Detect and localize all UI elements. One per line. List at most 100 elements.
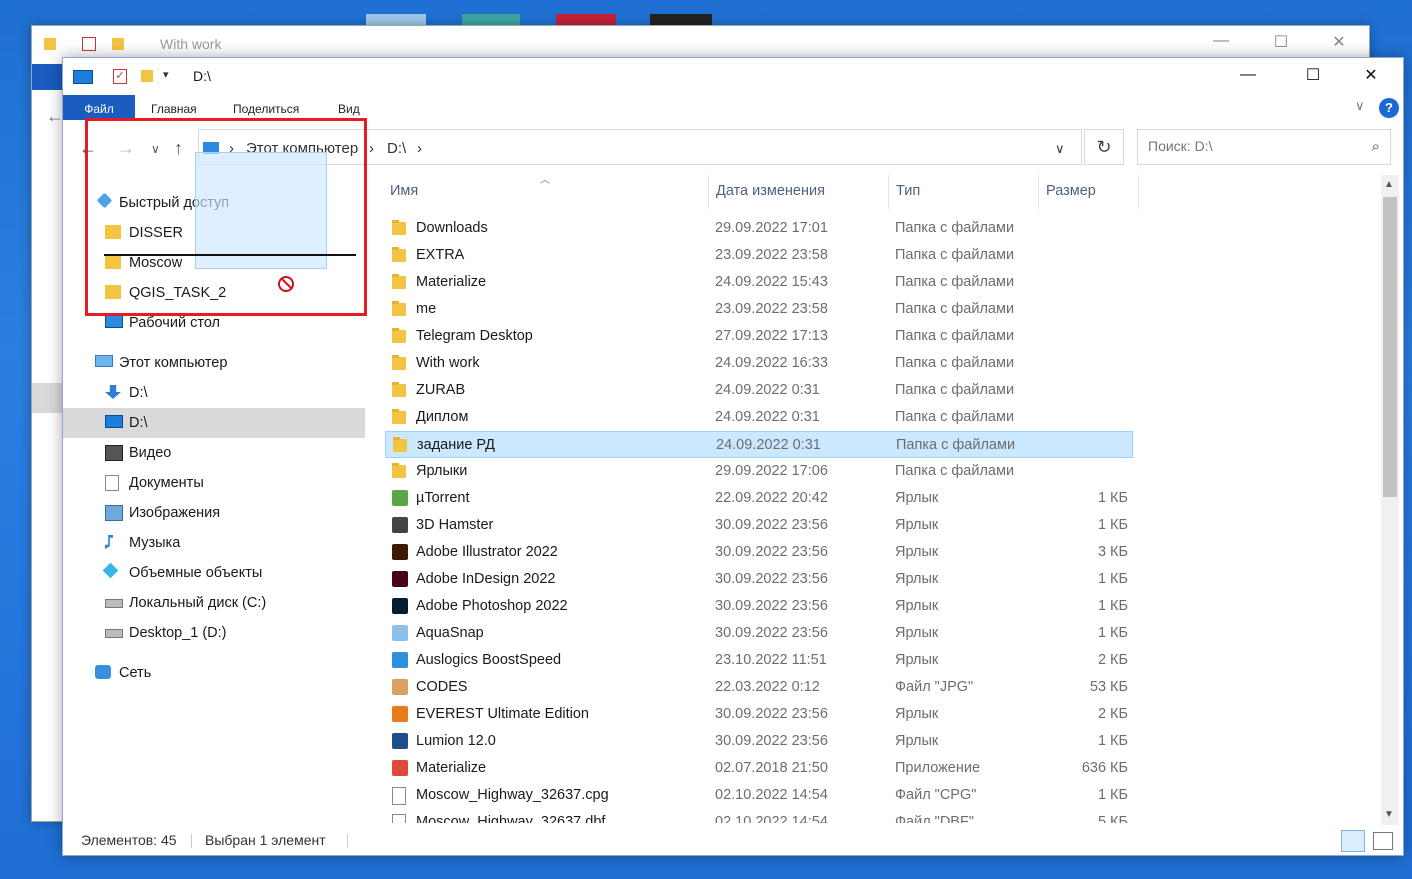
file-name: Adobe InDesign 2022 — [416, 571, 556, 587]
sidebar-selected-stripe — [32, 383, 64, 413]
column-header-name[interactable]: Имя — [390, 183, 418, 199]
sidebar-item[interactable]: D:\ — [63, 408, 365, 438]
file-row[interactable]: Materialize 24.09.2022 15:43 Папка с файла… — [385, 269, 1133, 296]
large-icons-view-icon[interactable] — [1373, 832, 1393, 850]
chevron-down-icon[interactable]: ▾ — [163, 68, 169, 81]
file-list[interactable]: ︿ Имя Дата изменения Тип Размер Download… — [385, 173, 1375, 823]
video-icon — [105, 445, 123, 461]
status-bar: Элементов: 45 Выбран 1 элемент — [63, 828, 1403, 854]
refresh-button[interactable]: ↻ — [1084, 129, 1124, 165]
file-date: 24.09.2022 16:33 — [715, 355, 828, 371]
file-date: 24.09.2022 15:43 — [715, 274, 828, 290]
file-date: 29.09.2022 17:01 — [715, 220, 828, 236]
folder-icon — [392, 463, 406, 478]
file-row[interactable]: EXTRA 23.09.2022 23:58 Папка с файлами — [385, 242, 1133, 269]
file-row[interactable]: With work 24.09.2022 16:33 Папка с файлами — [385, 350, 1133, 377]
file-row[interactable]: Диплом 24.09.2022 0:31 Папка с файлами — [385, 404, 1133, 431]
file-row[interactable]: 3D Hamster 30.09.2022 23:56 Ярлык 1 КБ — [385, 512, 1133, 539]
file-row[interactable]: Telegram Desktop 27.09.2022 17:13 Папка с … — [385, 323, 1133, 350]
title-bar[interactable]: ✓ ▾ D:\ — ☐ ✕ — [63, 58, 1403, 94]
ribbon-tab-home[interactable]: Главная — [151, 102, 197, 116]
file-row[interactable]: µTorrent 22.09.2022 20:42 Ярлык 1 КБ — [385, 485, 1133, 512]
sidebar-item[interactable]: D:\ — [63, 378, 365, 408]
sidebar-item-label: D:\ — [129, 415, 148, 431]
file-name: me — [416, 301, 437, 317]
file-size: 2 КБ — [1097, 652, 1128, 668]
file-name: Telegram Desktop — [416, 328, 533, 344]
sidebar-item[interactable]: Объемные объекты — [63, 558, 365, 588]
file-row[interactable]: Adobe Photoshop 2022 30.09.2022 23:56 Ярлы… — [385, 593, 1133, 620]
file-row[interactable]: me 23.09.2022 23:58 Папка с файлами — [385, 296, 1133, 323]
help-icon[interactable]: ? — [1379, 98, 1399, 118]
search-box[interactable]: ⌕ — [1137, 129, 1391, 165]
sidebar-item-label: D:\ — [129, 385, 148, 401]
file-date: 30.09.2022 23:56 — [715, 706, 828, 722]
file-type: Папка с файлами — [896, 437, 1016, 453]
minimize-button[interactable]: — — [1225, 66, 1271, 84]
column-divider — [1138, 175, 1139, 209]
file-row[interactable]: Moscow_Highway_32637.cpg 02.10.2022 14:54… — [385, 782, 1133, 809]
file-size: 636 КБ — [1081, 760, 1128, 776]
file-type: Папка с файлами — [895, 274, 1015, 290]
scroll-up-icon[interactable]: ▲ — [1384, 179, 1394, 190]
column-header-size[interactable]: Размер — [1046, 183, 1096, 199]
details-view-icon[interactable] — [1341, 830, 1365, 852]
column-header-date[interactable]: Дата изменения — [716, 183, 825, 199]
file-row[interactable]: Ярлыки 29.09.2022 17:06 Папка с файлами — [385, 458, 1133, 485]
file-row[interactable]: Adobe Illustrator 2022 30.09.2022 23:56 Яр… — [385, 539, 1133, 566]
file-row[interactable]: Adobe InDesign 2022 30.09.2022 23:56 Ярлык… — [385, 566, 1133, 593]
sidebar-item[interactable]: Музыка — [63, 528, 365, 558]
vertical-scrollbar[interactable]: ▲ ▼ — [1381, 175, 1399, 825]
shortcut-icon — [392, 490, 408, 506]
chevron-down-icon[interactable]: ∨ — [1355, 98, 1365, 114]
file-row[interactable]: EVEREST Ultimate Edition 30.09.2022 23:56… — [385, 701, 1133, 728]
sidebar-item[interactable]: Desktop_1 (D:) — [63, 618, 365, 648]
ribbon-tab-file[interactable] — [32, 64, 64, 90]
scrollbar-thumb[interactable] — [1383, 197, 1397, 497]
file-row[interactable]: Moscow_Highway_32637.dbf 02.10.2022 14:54… — [385, 809, 1133, 823]
file-type: Ярлык — [895, 652, 939, 668]
folder-icon — [392, 382, 406, 397]
sidebar-item[interactable]: Видео — [63, 438, 365, 468]
file-row[interactable]: Materialize 02.07.2018 21:50 Приложение 636… — [385, 755, 1133, 782]
breadcrumb-drive[interactable]: D:\ — [387, 140, 406, 157]
search-input[interactable] — [1146, 137, 1350, 155]
column-header-type[interactable]: Тип — [896, 183, 920, 199]
maximize-button[interactable]: ☐ — [1258, 32, 1304, 52]
file-row[interactable]: Downloads 29.09.2022 17:01 Папка с файлами — [385, 215, 1133, 242]
sidebar-item[interactable]: Документы — [63, 468, 365, 498]
chevron-down-icon[interactable]: ∨ — [1055, 141, 1065, 157]
scroll-down-icon[interactable]: ▼ — [1384, 809, 1394, 820]
ribbon-tab-file[interactable]: Файл — [63, 95, 135, 120]
file-type: Папка с файлами — [895, 328, 1015, 344]
file-row[interactable]: CODES 22.03.2022 0:12 Файл "JPG" 53 КБ — [385, 674, 1133, 701]
file-type: Ярлык — [895, 625, 939, 641]
ribbon-tab-view[interactable]: Вид — [338, 102, 360, 116]
sidebar-item[interactable]: Изображения — [63, 498, 365, 528]
sort-arrow-icon: ︿ — [540, 175, 550, 186]
file-row[interactable]: Lumion 12.0 30.09.2022 23:56 Ярлык 1 КБ — [385, 728, 1133, 755]
sidebar-item[interactable]: Локальный диск (C:) — [63, 588, 365, 618]
sidebar-item[interactable]: Этот компьютер — [63, 348, 365, 378]
shortcut-icon — [392, 544, 408, 560]
file-date: 29.09.2022 17:06 — [715, 463, 828, 479]
ribbon-tab-share[interactable]: Поделиться — [233, 102, 299, 116]
shortcut-icon — [392, 733, 408, 749]
sidebar-item[interactable]: Сеть — [63, 658, 365, 688]
minimize-button[interactable]: — — [1198, 32, 1244, 50]
sidebar-item-label: Desktop_1 (D:) — [129, 625, 227, 641]
file-row[interactable]: ZURAB 24.09.2022 0:31 Папка с файлами — [385, 377, 1133, 404]
folder-icon — [392, 220, 406, 235]
file-row[interactable]: Auslogics BoostSpeed 23.10.2022 11:51 Ярлы… — [385, 647, 1133, 674]
search-icon[interactable]: ⌕ — [1372, 138, 1380, 155]
close-button[interactable]: ✕ — [1348, 65, 1394, 85]
selection-count: Выбран 1 элемент — [205, 832, 326, 848]
close-button[interactable]: ✕ — [1316, 32, 1362, 52]
monitor-icon — [73, 70, 93, 84]
folder-icon — [112, 38, 124, 50]
file-row[interactable]: задание РД 24.09.2022 0:31 Папка с файлами — [385, 431, 1133, 458]
maximize-button[interactable]: ☐ — [1290, 65, 1336, 85]
file-row[interactable]: AquaSnap 30.09.2022 23:56 Ярлык 1 КБ — [385, 620, 1133, 647]
file-date: 24.09.2022 0:31 — [715, 409, 820, 425]
file-date: 30.09.2022 23:56 — [715, 544, 828, 560]
